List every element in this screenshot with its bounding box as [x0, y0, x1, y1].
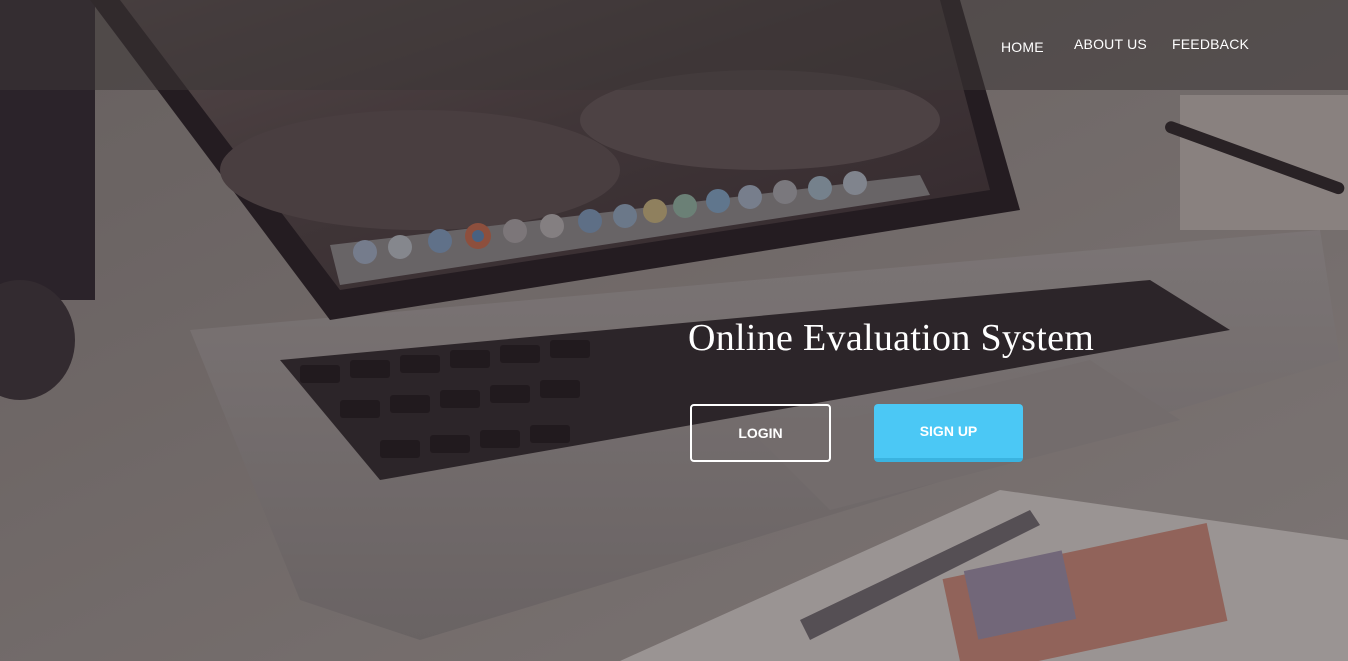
login-button-label: LOGIN	[738, 425, 783, 441]
top-navbar: HOME ABOUT US FEEDBACK	[0, 0, 1348, 90]
landing-page: HOME ABOUT US FEEDBACK Online Evaluation…	[0, 0, 1348, 661]
login-button[interactable]: LOGIN	[690, 404, 831, 462]
nav-home-link[interactable]: HOME	[1001, 39, 1044, 55]
nav-feedback-link[interactable]: FEEDBACK	[1172, 36, 1249, 52]
signup-button-label: SIGN UP	[919, 423, 978, 439]
signup-button[interactable]: SIGN UP	[874, 404, 1023, 462]
nav-about-link[interactable]: ABOUT US	[1074, 36, 1147, 52]
hero-title: Online Evaluation System	[688, 317, 1095, 359]
background-overlay	[0, 0, 1348, 661]
